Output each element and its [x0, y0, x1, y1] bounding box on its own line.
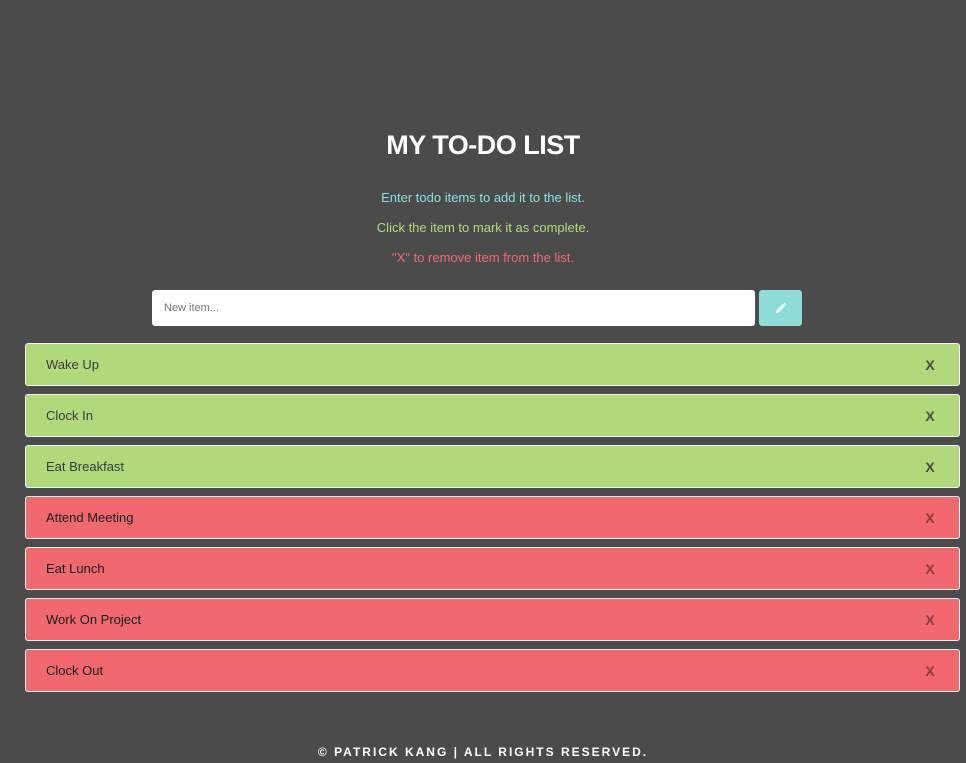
- new-item-input[interactable]: [152, 290, 755, 326]
- page-title: MY TO-DO LIST: [386, 130, 580, 160]
- todo-item-text: Clock Out: [46, 663, 104, 678]
- remove-item-button[interactable]: X: [920, 561, 940, 577]
- remove-item-button[interactable]: X: [920, 408, 940, 424]
- todo-item-text: Eat Lunch: [46, 561, 105, 576]
- instruction-remove: "X" to remove item from the list.: [392, 250, 574, 265]
- todo-item[interactable]: Eat Breakfast X: [25, 445, 960, 488]
- remove-item-button[interactable]: X: [920, 459, 940, 475]
- todo-item[interactable]: Attend Meeting X: [25, 496, 960, 539]
- todo-list: Wake Up X Clock In X Eat Breakfast X Att…: [25, 343, 960, 700]
- remove-item-button[interactable]: X: [920, 612, 940, 628]
- todo-app: MY TO-DO LIST Enter todo items to add it…: [0, 0, 966, 763]
- todo-item[interactable]: Clock Out X: [25, 649, 960, 692]
- todo-item[interactable]: Work On Project X: [25, 598, 960, 641]
- todo-item-text: Eat Breakfast: [46, 459, 125, 474]
- todo-item[interactable]: Wake Up X: [25, 343, 960, 386]
- todo-item[interactable]: Clock In X: [25, 394, 960, 437]
- instruction-complete: Click the item to mark it as complete.: [376, 220, 590, 235]
- todo-item-text: Wake Up: [46, 357, 99, 372]
- remove-item-button[interactable]: X: [920, 510, 940, 526]
- todo-item-text: Clock In: [46, 408, 93, 423]
- new-item-form: [152, 290, 802, 326]
- remove-item-button[interactable]: X: [920, 357, 940, 373]
- pencil-icon: [775, 302, 787, 313]
- todo-item-text: Attend Meeting: [46, 510, 134, 525]
- add-item-button[interactable]: [759, 290, 802, 326]
- todo-item-text: Work On Project: [46, 612, 142, 627]
- todo-item[interactable]: Eat Lunch X: [25, 547, 960, 590]
- footer-copyright: © PATRICK KANG | ALL RIGHTS RESERVED.: [317, 745, 649, 759]
- remove-item-button[interactable]: X: [920, 663, 940, 679]
- instruction-add: Enter todo items to add it to the list.: [381, 190, 585, 205]
